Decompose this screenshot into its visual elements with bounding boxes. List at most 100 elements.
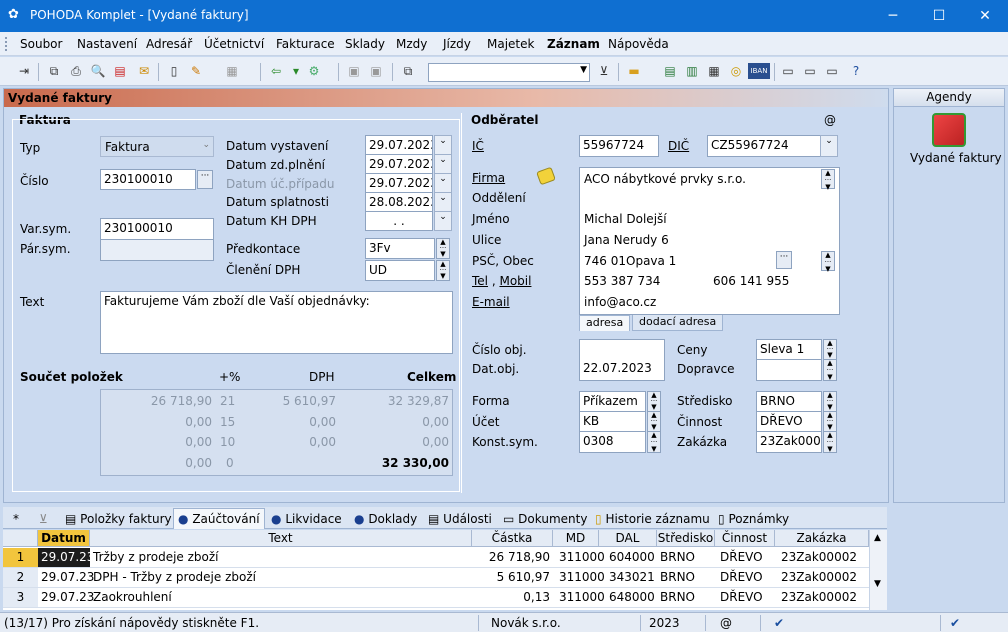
datum-splat-input[interactable]: 28.08.2023: [365, 192, 433, 212]
menu-ucetnictvi[interactable]: Účetnictví: [204, 37, 264, 51]
cell-castka[interactable]: 26 718,90: [472, 548, 553, 568]
ulice-value[interactable]: Jana Nerudy 6: [584, 233, 669, 247]
menu-napoveda[interactable]: Nápověda: [608, 37, 669, 51]
cell-md[interactable]: 311000: [553, 568, 605, 588]
datum-uc-input[interactable]: 29.07.2023: [365, 173, 433, 193]
tab-historie[interactable]: ▯ Historie záznamu: [595, 510, 710, 529]
calendar-dropdown-button[interactable]: ⌄: [434, 192, 452, 212]
tab-star[interactable]: *: [13, 510, 19, 529]
bank-icon[interactable]: ▤: [662, 63, 678, 79]
calendar-dropdown-button[interactable]: ⌄: [434, 154, 452, 174]
cell-md[interactable]: 311000: [553, 588, 605, 608]
cell-dal[interactable]: 648000: [599, 588, 657, 608]
predkontace-spinner[interactable]: ▲ ··· ▼: [436, 238, 450, 259]
dopravce-spinner[interactable]: ▲ ··· ▼: [823, 359, 837, 381]
ic-input[interactable]: 55967724: [579, 135, 659, 157]
filter-icon[interactable]: ⊻: [39, 510, 48, 529]
parsym-input[interactable]: [100, 239, 214, 261]
column-header-castka[interactable]: Částka: [472, 530, 553, 547]
zakazka-input[interactable]: 23Zak00002: [756, 431, 822, 453]
menu-nastaveni[interactable]: Nastavení: [77, 37, 137, 51]
cell-text[interactable]: Tržby z prodeje zboží: [90, 548, 472, 568]
filter-icon[interactable]: ⊻: [596, 63, 612, 79]
varsym-input[interactable]: 230100010: [100, 218, 214, 239]
firma-spinner[interactable]: ▲ ··· ▼: [821, 169, 835, 191]
row-number[interactable]: 3: [3, 588, 38, 608]
exit-icon[interactable]: ⇥: [16, 63, 32, 79]
calendar-dropdown-button[interactable]: ⌄: [434, 135, 452, 155]
ic-label[interactable]: IČ: [472, 139, 484, 153]
close-button[interactable]: ✕: [962, 0, 1008, 32]
cell-castka[interactable]: 5 610,97: [472, 568, 553, 588]
dat-obj-input[interactable]: 22.07.2023: [579, 359, 665, 381]
menu-zaznam[interactable]: Záznam: [547, 37, 600, 51]
column-header-zakazka[interactable]: Zakázka: [775, 530, 869, 547]
cell-text[interactable]: DPH - Tržby z prodeje zboží: [90, 568, 472, 588]
preview-icon[interactable]: 🔍: [90, 63, 106, 79]
calculator-icon[interactable]: ▦: [706, 63, 722, 79]
dic-dropdown-button[interactable]: ⌄: [820, 135, 838, 157]
tab-poznamky[interactable]: ▯ Poznámky: [718, 510, 789, 529]
email-at-icon[interactable]: @: [824, 113, 836, 127]
calendar-dropdown-button[interactable]: ⌄: [434, 173, 452, 193]
scroll-up-icon[interactable]: ▲: [874, 533, 881, 543]
tab-zauctovani[interactable]: ● Zaúčtování: [173, 508, 265, 529]
monitor-icon[interactable]: ▭: [780, 63, 796, 79]
email-value[interactable]: info@aco.cz: [584, 295, 656, 309]
row-number[interactable]: 2: [3, 568, 38, 588]
column-header-dal[interactable]: DAL: [599, 530, 657, 547]
copy-icon[interactable]: ⧉: [46, 63, 62, 79]
forma-input[interactable]: Příkazem: [579, 391, 646, 412]
settings-gear-icon[interactable]: ⚙: [306, 63, 322, 79]
cislo-input[interactable]: 230100010: [100, 169, 196, 190]
iban-icon[interactable]: IBAN: [748, 63, 770, 79]
email-doc-icon[interactable]: ✉: [136, 63, 152, 79]
cell-stredisko[interactable]: BRNO: [657, 568, 715, 588]
menu-mzdy[interactable]: Mzdy: [396, 37, 427, 51]
cell-cinnost[interactable]: DŘEVO: [715, 588, 775, 608]
tab-dokumenty[interactable]: ▭ Dokumenty: [503, 510, 587, 529]
datum-kh-input[interactable]: . .: [365, 211, 433, 231]
cleneni-spinner[interactable]: ▲ ··· ▼: [436, 260, 450, 281]
konst-spinner[interactable]: ▲ ··· ▼: [647, 431, 661, 453]
duplicate-icon[interactable]: ⧉: [400, 63, 416, 79]
column-header-cinnost[interactable]: Činnost: [715, 530, 775, 547]
email-label[interactable]: E-mail: [472, 295, 510, 309]
cell-stredisko[interactable]: BRNO: [657, 548, 715, 568]
column-header-stredisko[interactable]: Středisko: [657, 530, 715, 547]
status-ok-icon[interactable]: ✔: [950, 616, 960, 630]
folder-icon[interactable]: ▬: [626, 63, 642, 79]
cell-castka[interactable]: 0,13: [472, 588, 553, 608]
ucet-input[interactable]: KB: [579, 411, 646, 432]
mobil-label[interactable]: Mobil: [499, 274, 531, 288]
cell-cinnost[interactable]: DŘEVO: [715, 568, 775, 588]
datum-vystaveni-input[interactable]: 29.07.2023: [365, 135, 433, 155]
scroll-down-icon[interactable]: ▼: [874, 579, 881, 589]
tab-adresa[interactable]: adresa: [579, 315, 631, 331]
psc-value[interactable]: 746 01: [584, 254, 626, 268]
firma-label[interactable]: Firma: [472, 171, 505, 185]
column-header-md[interactable]: MD: [553, 530, 599, 547]
stredisko-spinner[interactable]: ▲ ··· ▼: [823, 391, 837, 412]
obec-lookup-button[interactable]: ···: [776, 251, 792, 269]
obec-spinner[interactable]: ▲ ··· ▼: [821, 251, 835, 273]
cislo-lookup-button[interactable]: ···: [197, 170, 213, 189]
maximize-button[interactable]: ☐: [916, 0, 962, 32]
cell-zakazka[interactable]: 23Zak00002: [775, 548, 869, 568]
cell-datum[interactable]: 29.07.23: [38, 548, 94, 568]
jmeno-value[interactable]: Michal Dolejší: [584, 212, 667, 226]
menu-sklady[interactable]: Sklady: [345, 37, 385, 51]
datum-zdpl-input[interactable]: 29.07.2023: [365, 154, 433, 174]
tel-label[interactable]: Tel: [472, 274, 488, 288]
konst-input[interactable]: 0308: [579, 431, 646, 453]
dic-label[interactable]: DIČ: [668, 139, 689, 153]
cell-dal[interactable]: 343021: [599, 568, 657, 588]
pdf-icon[interactable]: ▤: [112, 63, 128, 79]
cinnost-input[interactable]: DŘEVO: [756, 411, 822, 432]
dropdown-arrow-icon[interactable]: ▾: [288, 63, 304, 79]
grid-scrollbar[interactable]: ▲ ▼: [869, 530, 887, 610]
menu-fakturace[interactable]: Fakturace: [276, 37, 335, 51]
ucet-spinner[interactable]: ▲ ··· ▼: [647, 411, 661, 432]
cleneni-input[interactable]: UD: [365, 260, 435, 281]
firma-value[interactable]: ACO nábytkové prvky s.r.o.: [584, 172, 746, 186]
